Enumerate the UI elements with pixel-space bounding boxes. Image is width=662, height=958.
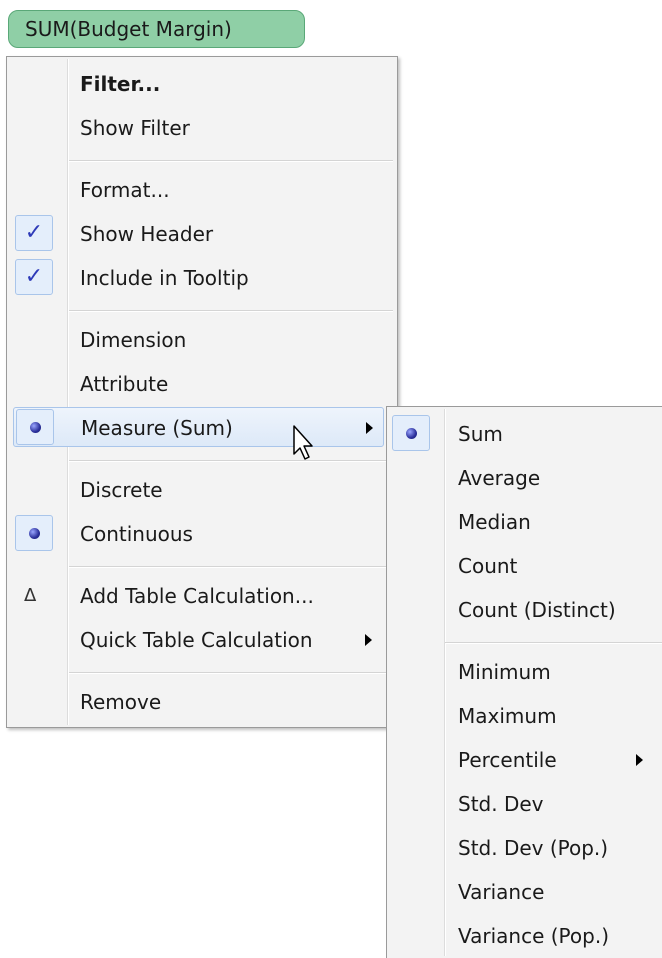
submenu-item-variance[interactable]: Variance [390, 872, 659, 912]
menu-item-label: Dimension [80, 328, 187, 352]
selected-indicator [392, 415, 430, 451]
checked-indicator: ✓ [15, 215, 53, 251]
menu-item-remove[interactable]: Remove [10, 682, 394, 722]
menu-item-discrete[interactable]: Discrete [10, 470, 394, 510]
menu-item-include-in-tooltip[interactable]: ✓ Include in Tooltip [10, 258, 394, 298]
menu-item-label: Add Table Calculation... [80, 584, 314, 608]
selected-indicator [16, 409, 54, 445]
menu-item-label: Sum [458, 422, 503, 446]
menu-item-show-filter[interactable]: Show Filter [10, 108, 394, 148]
radio-bullet-icon [29, 528, 40, 539]
submenu-item-count-distinct[interactable]: Count (Distinct) [390, 590, 659, 630]
menu-item-attribute[interactable]: Attribute [10, 364, 394, 404]
submenu-item-percentile[interactable]: Percentile [390, 740, 659, 780]
context-menu: Filter... Show Filter Format... ✓ Show H… [6, 56, 398, 728]
menu-item-dimension[interactable]: Dimension [10, 320, 394, 360]
menu-item-continuous[interactable]: Continuous [10, 514, 394, 554]
submenu-item-std-dev[interactable]: Std. Dev [390, 784, 659, 824]
menu-item-label: Attribute [80, 372, 169, 396]
menu-item-label: Continuous [80, 522, 193, 546]
field-pill[interactable]: SUM(Budget Margin) [8, 10, 305, 48]
menu-separator [69, 566, 393, 568]
menu-item-filter[interactable]: Filter... [10, 64, 394, 104]
menu-separator [69, 672, 393, 674]
check-icon: ✓ [24, 264, 44, 289]
submenu-item-average[interactable]: Average [390, 458, 659, 498]
menu-item-label: Median [458, 510, 531, 534]
menu-item-label: Discrete [80, 478, 163, 502]
menu-item-label: Count (Distinct) [458, 598, 616, 622]
menu-item-label: Percentile [458, 748, 557, 772]
menu-item-label: Quick Table Calculation [80, 628, 313, 652]
menu-item-label: Average [458, 466, 541, 490]
menu-item-label: Show Header [80, 222, 214, 246]
menu-item-add-table-calculation[interactable]: Δ Add Table Calculation... [10, 576, 394, 616]
menu-separator [69, 460, 393, 462]
submenu-item-count[interactable]: Count [390, 546, 659, 586]
aggregation-submenu: Sum Average Median Count Count (Distinct… [386, 406, 662, 958]
menu-item-label: Format... [80, 178, 170, 202]
delta-icon: Δ [24, 585, 37, 606]
submenu-item-maximum[interactable]: Maximum [390, 696, 659, 736]
menu-item-label: Variance [458, 880, 545, 904]
submenu-item-std-dev-pop[interactable]: Std. Dev (Pop.) [390, 828, 659, 868]
menu-item-label: Remove [80, 690, 162, 714]
menu-separator [445, 642, 662, 644]
menu-item-label: Count [458, 554, 518, 578]
menu-item-label: Include in Tooltip [80, 266, 249, 290]
menu-item-label: Variance (Pop.) [458, 924, 609, 948]
submenu-arrow-icon [365, 634, 372, 646]
menu-item-label: Measure (Sum) [81, 416, 233, 440]
mouse-cursor-icon [293, 425, 313, 460]
submenu-item-variance-pop[interactable]: Variance (Pop.) [390, 916, 659, 956]
submenu-item-minimum[interactable]: Minimum [390, 652, 659, 692]
menu-item-format[interactable]: Format... [10, 170, 394, 210]
submenu-item-median[interactable]: Median [390, 502, 659, 542]
submenu-arrow-icon [636, 754, 643, 766]
menu-item-label: Std. Dev [458, 792, 544, 816]
menu-item-label: Minimum [458, 660, 551, 684]
menu-item-label: Std. Dev (Pop.) [458, 836, 609, 860]
selected-indicator [15, 515, 53, 551]
submenu-item-sum[interactable]: Sum [390, 414, 659, 454]
menu-item-show-header[interactable]: ✓ Show Header [10, 214, 394, 254]
menu-separator [69, 160, 393, 162]
menu-item-label: Filter... [80, 72, 161, 96]
menu-item-quick-table-calculation[interactable]: Quick Table Calculation [10, 620, 394, 660]
radio-bullet-icon [30, 422, 41, 433]
submenu-arrow-icon [366, 422, 373, 434]
menu-item-label: Show Filter [80, 116, 190, 140]
checked-indicator: ✓ [15, 259, 53, 295]
check-icon: ✓ [24, 220, 44, 245]
menu-item-label: Maximum [458, 704, 557, 728]
radio-bullet-icon [406, 428, 417, 439]
menu-separator [69, 310, 393, 312]
menu-item-measure[interactable]: Measure (Sum) [13, 407, 384, 447]
field-pill-label: SUM(Budget Margin) [25, 17, 232, 41]
